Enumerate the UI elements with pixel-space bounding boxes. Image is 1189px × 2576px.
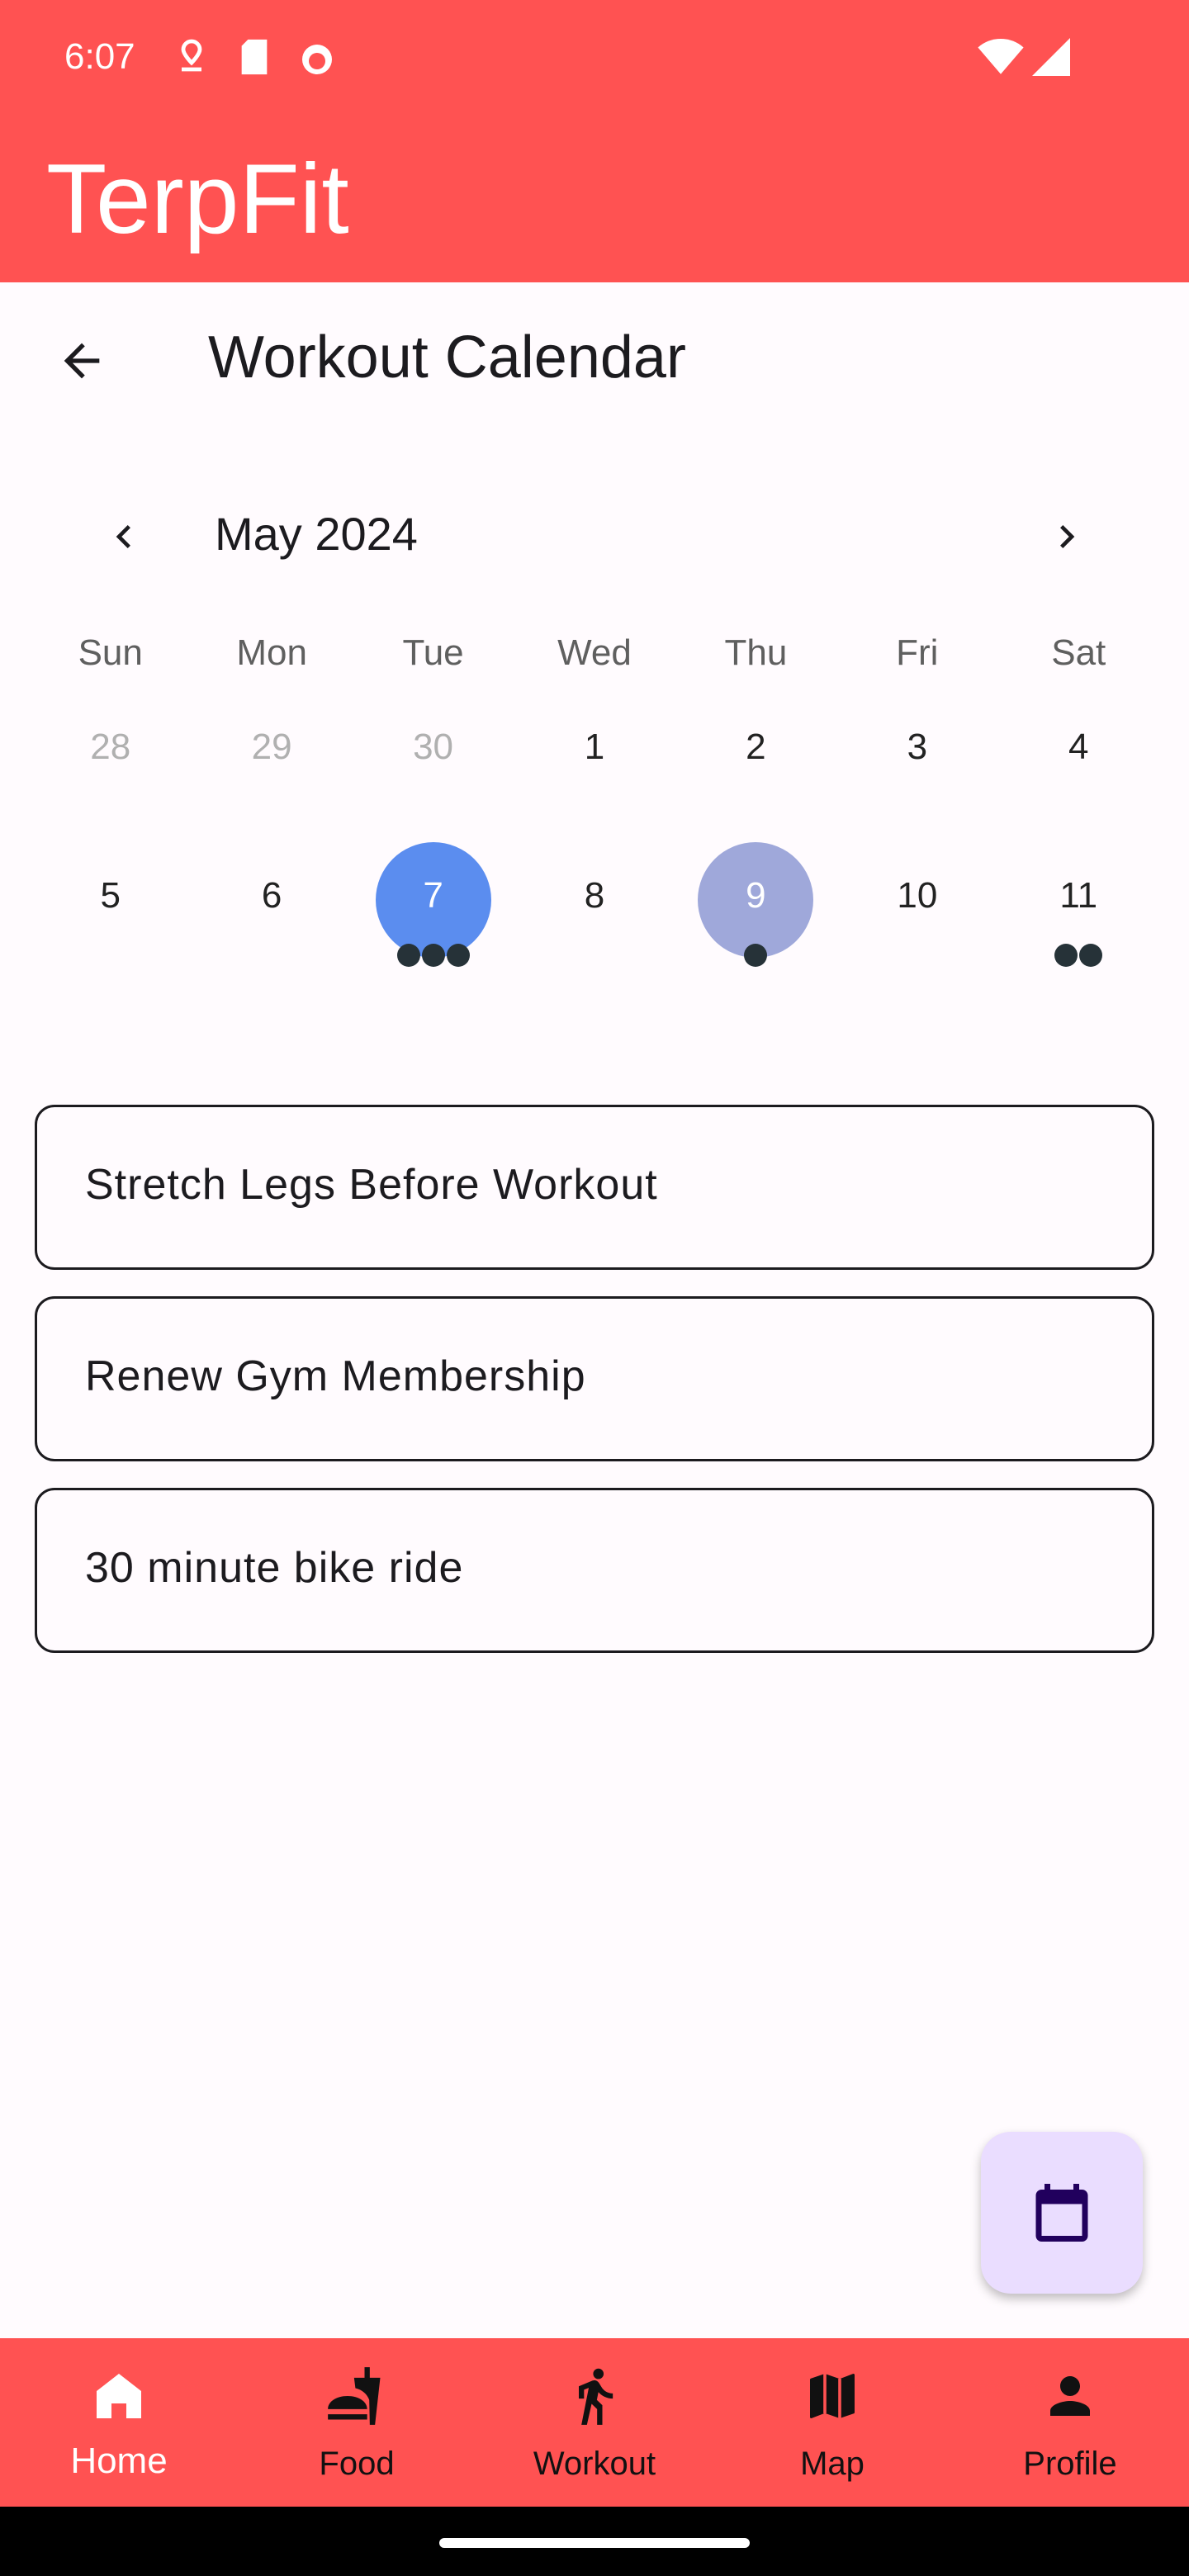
day-number: 11 xyxy=(1059,875,1098,916)
event-title: 30 minute bike ride xyxy=(85,1544,464,1592)
cellular-signal-icon xyxy=(1032,38,1070,80)
event-card[interactable]: 30 minute bike ride xyxy=(35,1488,1154,1653)
gesture-handle[interactable] xyxy=(439,2538,750,2548)
weekday-label: Sat xyxy=(1051,632,1106,673)
event-markers xyxy=(353,944,514,967)
nav-workout[interactable]: Workout xyxy=(476,2338,713,2507)
event-marker xyxy=(421,944,445,967)
day-number: 28 xyxy=(90,727,131,767)
status-bar: 6:07 xyxy=(0,0,1189,117)
event-markers xyxy=(675,944,836,967)
calendar-header: May 2024 xyxy=(0,495,1189,578)
person-icon xyxy=(1037,2363,1103,2429)
calendar-day[interactable]: 5 xyxy=(30,834,191,966)
location-pin-icon xyxy=(175,38,208,82)
day-number: 4 xyxy=(1068,727,1089,767)
app-bar: TerpFit xyxy=(0,117,1189,282)
weekday-label: Tue xyxy=(402,632,464,673)
nav-label: Workout xyxy=(533,2446,656,2482)
event-markers xyxy=(998,944,1159,967)
event-title: Stretch Legs Before Workout xyxy=(85,1161,658,1209)
page-title: Workout Calendar xyxy=(208,324,686,391)
cat-face-icon xyxy=(297,38,337,82)
arrow-back-icon xyxy=(64,343,100,379)
calendar-day[interactable]: 8 xyxy=(514,834,675,966)
day-number: 5 xyxy=(100,875,121,916)
nav-label: Food xyxy=(319,2446,395,2482)
weekday-label: Thu xyxy=(724,632,788,673)
back-button[interactable] xyxy=(45,324,119,398)
calendar-day[interactable]: 11 xyxy=(998,834,1159,967)
nav-profile[interactable]: Profile xyxy=(951,2338,1189,2507)
calendar-day[interactable]: 10 xyxy=(836,834,997,966)
month-label: May 2024 xyxy=(215,508,418,560)
day-number: 29 xyxy=(251,727,292,767)
previous-month-button[interactable] xyxy=(91,504,157,570)
event-marker xyxy=(744,944,768,967)
chevron-right-icon xyxy=(1060,525,1075,548)
nav-home[interactable]: Home xyxy=(0,2338,238,2507)
day-number: 7 xyxy=(423,875,443,916)
event-marker xyxy=(1079,944,1103,967)
nav-label: Map xyxy=(800,2446,865,2482)
weekday-header: Sun Mon Tue Wed Thu Fri Sat xyxy=(30,632,1159,682)
calendar-icon xyxy=(1035,2184,1088,2242)
calendar-fab-button[interactable] xyxy=(981,2132,1143,2294)
chevron-left-icon xyxy=(116,525,130,548)
day-number: 2 xyxy=(746,727,766,767)
calendar-day-today[interactable]: 9 xyxy=(675,834,836,967)
calendar-day[interactable]: 6 xyxy=(191,834,352,966)
day-number: 3 xyxy=(907,727,928,767)
screen-header: Workout Calendar xyxy=(0,282,1189,439)
event-marker xyxy=(446,944,470,967)
fastfood-icon xyxy=(324,2363,390,2429)
calendar-day[interactable]: 2 xyxy=(675,685,836,817)
app-title: TerpFit xyxy=(46,144,349,254)
day-number: 1 xyxy=(584,727,605,767)
bottom-navigation: Home Food Workout Map Profile xyxy=(0,2338,1189,2507)
calendar-day-selected[interactable]: 7 xyxy=(353,834,514,967)
calendar-day[interactable]: 3 xyxy=(836,685,997,817)
day-number: 6 xyxy=(261,875,282,916)
nav-food[interactable]: Food xyxy=(238,2338,476,2507)
nav-label: Home xyxy=(70,2441,168,2481)
weekday-label: Fri xyxy=(896,632,939,673)
running-person-icon xyxy=(561,2363,628,2429)
weekday-label: Wed xyxy=(557,632,632,673)
system-gesture-bar xyxy=(0,2507,1189,2576)
day-number: 30 xyxy=(413,727,454,767)
calendar-day[interactable]: 30 xyxy=(353,685,514,817)
day-number: 9 xyxy=(746,875,766,916)
event-card[interactable]: Stretch Legs Before Workout xyxy=(35,1105,1154,1270)
day-number: 10 xyxy=(897,875,938,916)
calendar-week: 5 6 7 8 9 10 11 xyxy=(30,834,1159,967)
event-list: Stretch Legs Before Workout Renew Gym Me… xyxy=(35,1105,1154,1679)
nav-label: Profile xyxy=(1023,2446,1117,2482)
status-time: 6:07 xyxy=(64,36,135,77)
nav-map[interactable]: Map xyxy=(713,2338,951,2507)
weekday-label: Sun xyxy=(78,632,143,673)
calendar-week: 28 29 30 1 2 3 4 xyxy=(30,685,1159,817)
event-marker xyxy=(396,944,420,967)
day-number: 8 xyxy=(584,875,605,916)
wifi-icon xyxy=(978,38,1024,80)
calendar-day[interactable]: 28 xyxy=(30,685,191,817)
weekday-label: Mon xyxy=(236,632,307,673)
calendar-day[interactable]: 4 xyxy=(998,685,1159,817)
event-marker xyxy=(1054,944,1078,967)
map-icon xyxy=(799,2363,865,2429)
event-title: Renew Gym Membership xyxy=(85,1352,586,1400)
calendar-day[interactable]: 1 xyxy=(514,685,675,817)
home-icon xyxy=(86,2363,152,2429)
sd-card-icon xyxy=(238,38,271,80)
event-card[interactable]: Renew Gym Membership xyxy=(35,1296,1154,1461)
next-month-button[interactable] xyxy=(1034,504,1100,570)
calendar-day[interactable]: 29 xyxy=(191,685,352,817)
